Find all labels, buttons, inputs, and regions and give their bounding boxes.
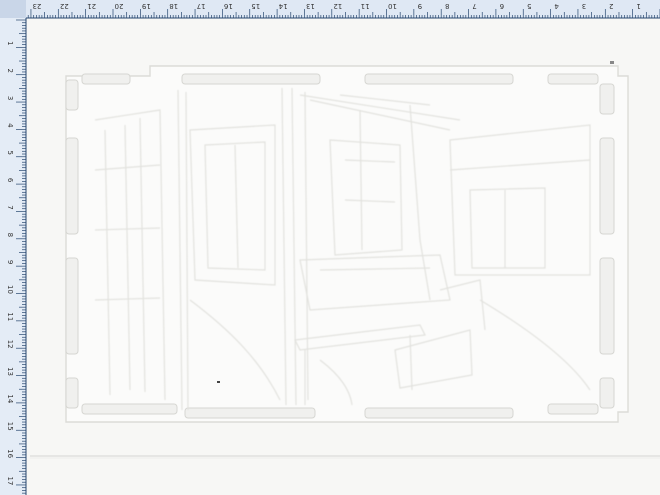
top-ruler-label: 19 [142, 2, 151, 10]
top-ruler-label: 3 [582, 2, 586, 10]
left-ruler-label: 11 [6, 312, 14, 321]
left-ruler-label: 10 [6, 285, 14, 294]
top-ruler-label: 14 [278, 2, 287, 10]
left-ruler: 1234567891011121314151617 [0, 18, 27, 495]
left-ruler-label: 14 [6, 394, 14, 403]
left-ruler-label: 5 [6, 151, 14, 155]
top-ruler-label: 13 [306, 2, 315, 10]
left-ruler-label: 8 [6, 233, 14, 237]
top-ruler-label: 6 [499, 2, 504, 10]
top-ruler-label: 18 [169, 2, 178, 10]
top-ruler-label: 1 [636, 2, 640, 10]
dust-speck-2 [610, 61, 614, 64]
top-ruler-label: 11 [361, 2, 370, 10]
left-ruler-label: 1 [6, 41, 14, 45]
left-ruler-label: 2 [6, 68, 14, 72]
top-ruler-label: 12 [333, 2, 342, 10]
top-ruler-label: 2 [609, 2, 613, 10]
left-ruler-label: 9 [6, 260, 14, 264]
top-ruler-label: 5 [527, 2, 531, 10]
left-ruler-label: 6 [6, 178, 14, 183]
top-ruler: 242322212019181716151413121110987654321 [0, 0, 660, 19]
top-ruler-label: 9 [418, 2, 422, 10]
top-ruler-label: 22 [60, 2, 69, 10]
left-ruler-label: 13 [6, 367, 14, 376]
embossed-scan: 242322212019181716151413121110987654321 … [0, 0, 660, 495]
dust-speck [217, 381, 220, 383]
top-ruler-label: 8 [445, 2, 449, 10]
top-ruler-label: 17 [197, 2, 206, 10]
top-ruler-label: 10 [388, 2, 397, 10]
top-ruler-label: 4 [554, 2, 559, 10]
left-ruler-label: 12 [6, 340, 14, 349]
top-ruler-label: 21 [87, 2, 96, 10]
film-frame [65, 65, 629, 423]
left-ruler-label: 15 [6, 422, 14, 431]
top-ruler-label: 7 [472, 2, 476, 10]
left-ruler-label: 4 [6, 123, 14, 128]
left-ruler-label: 7 [6, 205, 14, 209]
left-ruler-label: 16 [6, 449, 14, 458]
top-ruler-label: 20 [115, 2, 124, 10]
top-ruler-label: 15 [251, 2, 260, 10]
left-ruler-label: 17 [6, 476, 14, 485]
top-ruler-label: 16 [223, 2, 232, 10]
left-ruler-label: 3 [6, 96, 14, 100]
top-ruler-label: 23 [32, 2, 41, 10]
